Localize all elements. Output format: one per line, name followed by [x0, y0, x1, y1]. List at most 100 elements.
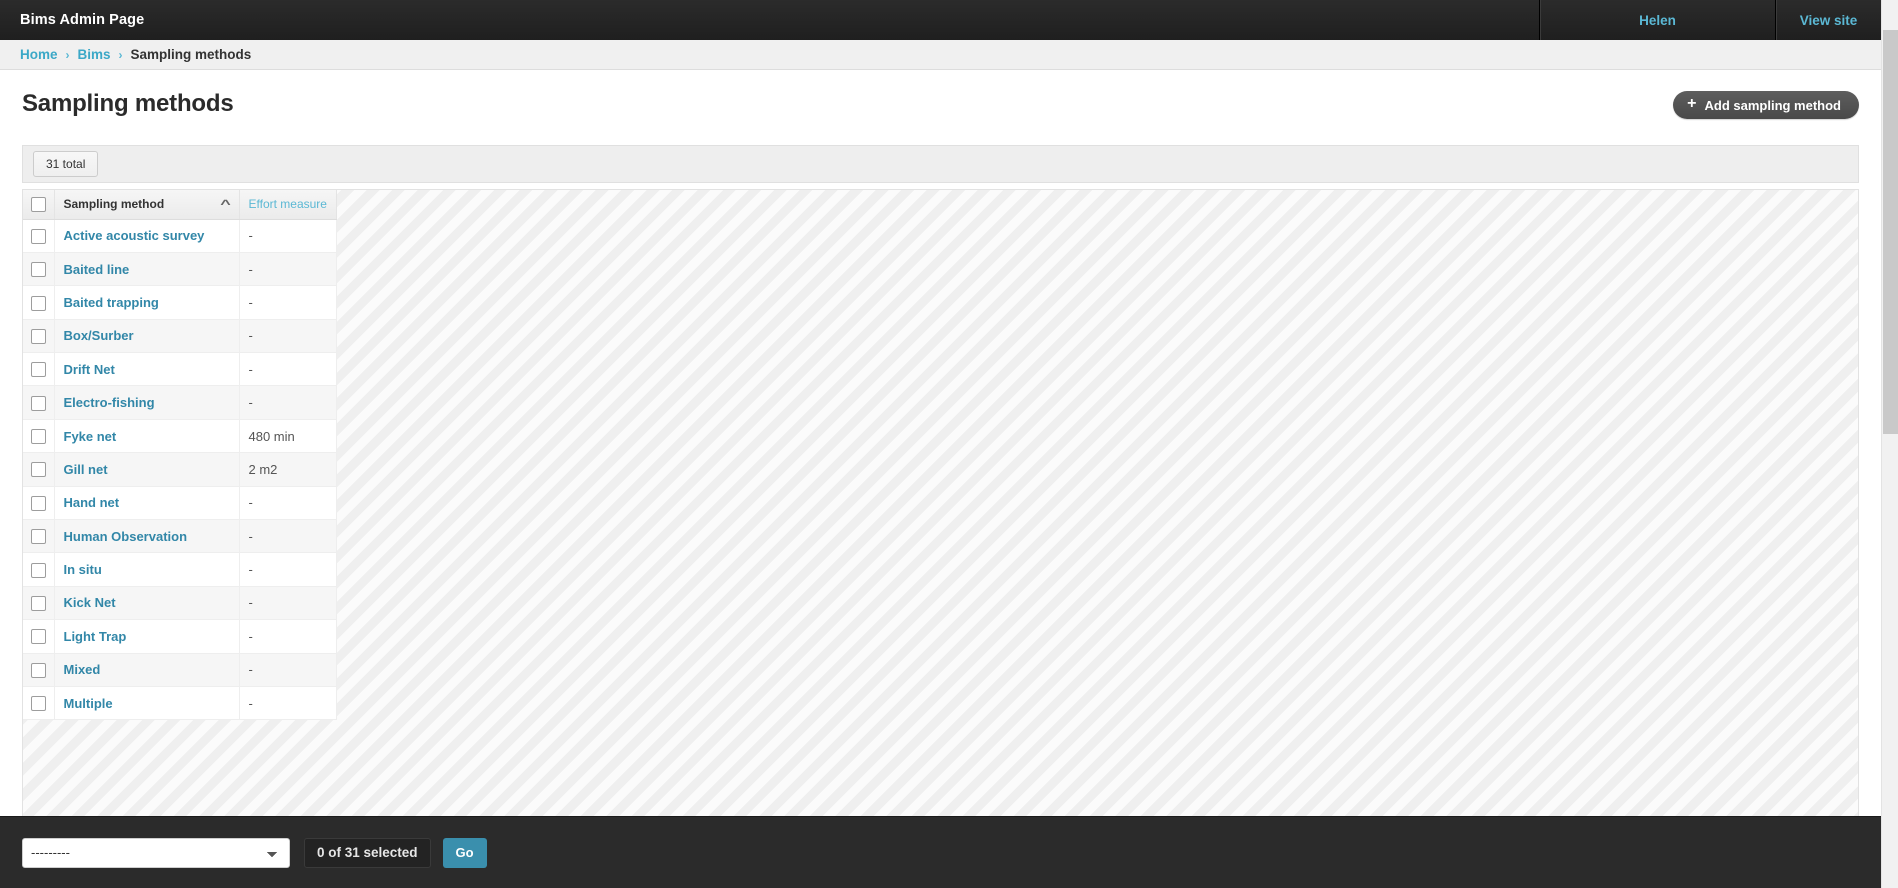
sampling-method-link[interactable]: Light Trap: [64, 629, 127, 644]
select-all-checkbox[interactable]: [31, 196, 46, 212]
sampling-method-link[interactable]: Hand net: [64, 495, 120, 510]
action-select[interactable]: ---------: [22, 837, 290, 868]
table-row: Human Observation -: [23, 519, 337, 554]
cell-effort-measure: -: [239, 486, 337, 521]
row-select-checkbox[interactable]: [31, 596, 46, 612]
row-select-cell: [23, 653, 55, 687]
page-title: Sampling methods: [22, 90, 234, 117]
main-content: Sampling methods + Add sampling method 3…: [0, 71, 1881, 888]
cell-effort-measure: -: [239, 285, 337, 320]
row-select-checkbox[interactable]: [31, 529, 46, 545]
row-select-checkbox[interactable]: [31, 495, 46, 511]
total-count-badge[interactable]: 31 total: [33, 151, 99, 177]
cell-sampling-method: Multiple: [54, 686, 240, 721]
cell-effort-measure: -: [239, 552, 337, 587]
breadcrumb-item-current: Sampling methods: [130, 47, 252, 62]
breadcrumb: Home › Bims › Sampling methods: [0, 40, 1881, 70]
results-table-header-row: Sampling method ^ Effort measure: [23, 190, 337, 220]
cell-effort-measure: 2 m2: [239, 452, 337, 487]
breadcrumb-item-home[interactable]: Home: [20, 47, 58, 62]
row-select-cell: [23, 452, 55, 487]
sampling-method-link[interactable]: Electro-fishing: [64, 395, 155, 410]
sampling-method-link[interactable]: Drift Net: [64, 362, 115, 377]
cell-sampling-method: Gill net: [54, 452, 240, 487]
column-header-select-all: [23, 190, 55, 220]
row-select-checkbox[interactable]: [31, 662, 46, 678]
changelist-toolbar: 31 total: [22, 145, 1859, 183]
table-row: Active acoustic survey -: [23, 219, 337, 253]
cell-sampling-method: Active acoustic survey: [54, 219, 240, 253]
results-panel: Sampling method ^ Effort measure Active …: [22, 189, 1859, 888]
sampling-method-link[interactable]: Box/Surber: [64, 328, 134, 343]
sampling-method-link[interactable]: Mixed: [64, 662, 101, 677]
cell-sampling-method: Human Observation: [54, 519, 240, 554]
go-button[interactable]: Go: [442, 837, 487, 868]
column-header-effort-measure-link[interactable]: Effort measure: [249, 197, 327, 211]
row-select-checkbox[interactable]: [31, 262, 46, 278]
row-select-checkbox[interactable]: [31, 462, 46, 478]
page-scrollbar-thumb[interactable]: [1883, 30, 1898, 434]
cell-sampling-method: Light Trap: [54, 619, 240, 654]
column-header-sampling-method-link[interactable]: Sampling method: [64, 197, 165, 211]
row-select-checkbox[interactable]: [31, 295, 46, 311]
column-header-sampling-method[interactable]: Sampling method ^: [54, 190, 240, 220]
add-sampling-method-label: Add sampling method: [1704, 97, 1842, 113]
sampling-method-link[interactable]: In situ: [64, 562, 102, 577]
table-row: Fyke net 480 min: [23, 419, 337, 454]
cell-effort-measure: -: [239, 252, 337, 287]
sampling-method-link[interactable]: Multiple: [64, 696, 113, 711]
cell-sampling-method: Drift Net: [54, 352, 240, 387]
sampling-method-link[interactable]: Gill net: [64, 462, 108, 477]
row-select-checkbox[interactable]: [31, 696, 46, 712]
user-tools-username-link[interactable]: Helen: [1539, 0, 1775, 40]
row-select-cell: [23, 619, 55, 654]
row-select-cell: [23, 552, 55, 587]
admin-page: Bims Admin Page Helen View site Home › B…: [0, 0, 1898, 888]
row-select-cell: [23, 352, 55, 387]
cell-effort-measure: -: [239, 653, 337, 687]
breadcrumb-separator-icon: ›: [65, 47, 70, 62]
breadcrumb-item-bims[interactable]: Bims: [78, 47, 111, 62]
cell-effort-measure: -: [239, 686, 337, 721]
sampling-method-link[interactable]: Baited trapping: [64, 295, 159, 310]
row-select-cell: [23, 686, 55, 721]
row-select-checkbox[interactable]: [31, 362, 46, 378]
row-select-cell: [23, 319, 55, 354]
table-row: Gill net 2 m2: [23, 452, 337, 487]
cell-effort-measure: 480 min: [239, 419, 337, 454]
selection-counter: 0 of 31 selected: [304, 837, 431, 868]
sampling-method-link[interactable]: Fyke net: [64, 429, 117, 444]
table-row: Drift Net -: [23, 352, 337, 387]
plus-icon: +: [1687, 95, 1697, 112]
view-site-link[interactable]: View site: [1775, 0, 1881, 40]
row-select-checkbox[interactable]: [31, 562, 46, 578]
cell-sampling-method: Hand net: [54, 486, 240, 521]
results-table: Sampling method ^ Effort measure Active …: [23, 190, 337, 721]
row-select-checkbox[interactable]: [31, 228, 46, 244]
table-row: Baited line -: [23, 252, 337, 287]
row-select-checkbox[interactable]: [31, 328, 46, 344]
row-select-checkbox[interactable]: [31, 395, 46, 411]
sampling-method-link[interactable]: Kick Net: [64, 595, 116, 610]
cell-sampling-method: In situ: [54, 552, 240, 587]
cell-effort-measure: -: [239, 219, 337, 253]
sampling-method-link[interactable]: Active acoustic survey: [64, 228, 205, 243]
cell-sampling-method: Mixed: [54, 653, 240, 687]
table-row: Light Trap -: [23, 619, 337, 654]
sampling-method-link[interactable]: Baited line: [64, 262, 130, 277]
sampling-method-link[interactable]: Human Observation: [64, 529, 188, 544]
cell-sampling-method: Kick Net: [54, 586, 240, 621]
table-row: Electro-fishing -: [23, 385, 337, 420]
page-scrollbar-track[interactable]: [1881, 0, 1898, 888]
breadcrumb-separator-icon: ›: [118, 47, 123, 62]
row-select-checkbox[interactable]: [31, 629, 46, 645]
row-select-checkbox[interactable]: [31, 429, 46, 445]
row-select-cell: [23, 519, 55, 554]
add-sampling-method-button[interactable]: + Add sampling method: [1673, 91, 1859, 119]
cell-sampling-method: Fyke net: [54, 419, 240, 454]
row-select-cell: [23, 586, 55, 621]
table-row: Mixed -: [23, 653, 337, 687]
column-header-effort-measure[interactable]: Effort measure: [239, 190, 337, 220]
row-select-cell: [23, 419, 55, 454]
top-navigation-bar: Bims Admin Page Helen View site: [0, 0, 1881, 40]
